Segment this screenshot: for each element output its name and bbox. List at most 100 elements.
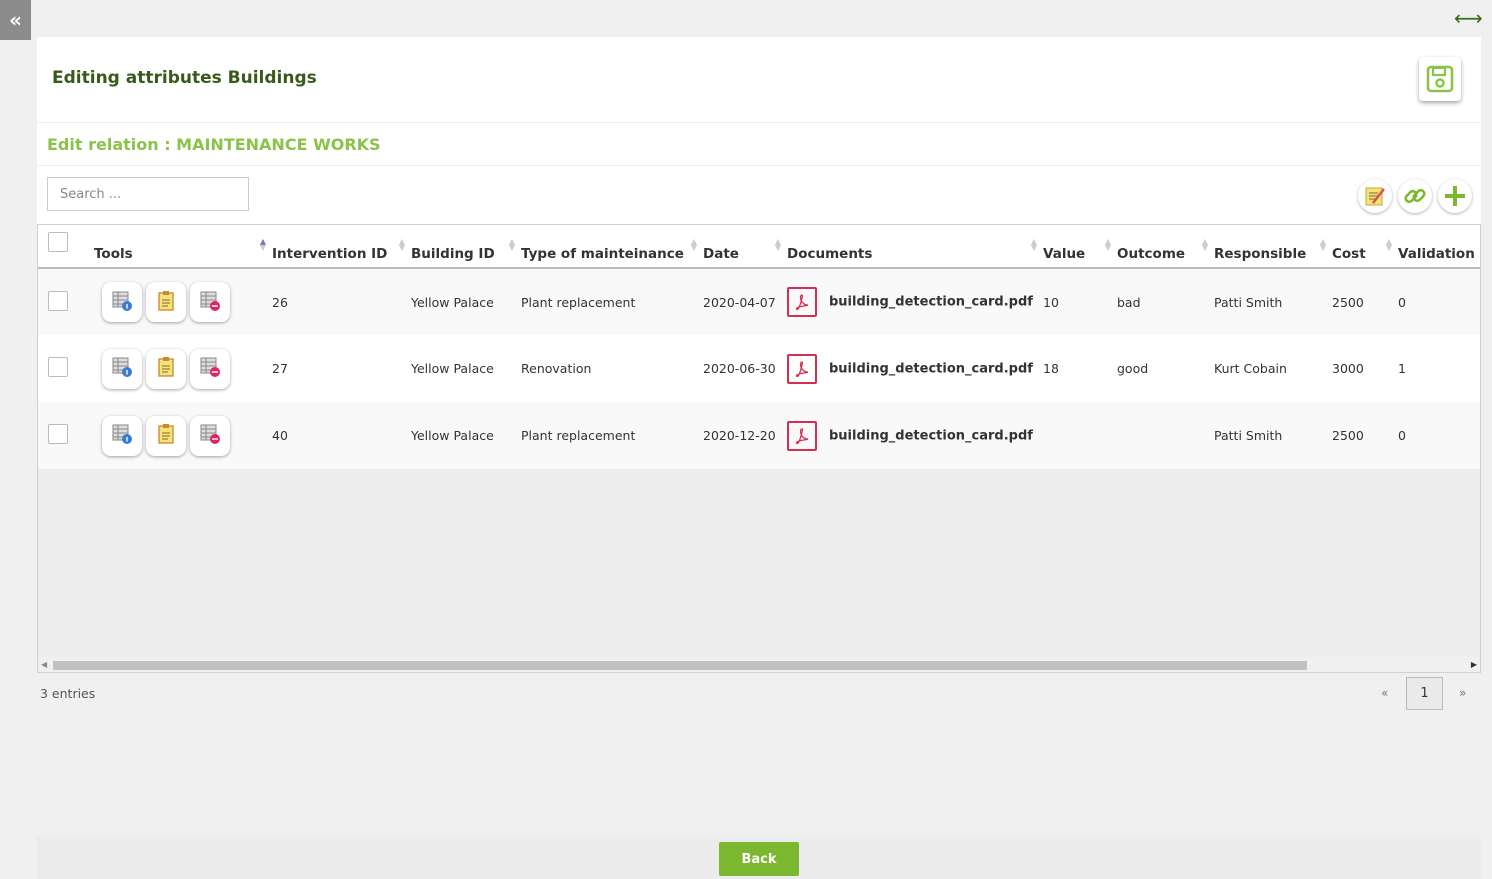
row-checkbox[interactable]	[48, 290, 68, 311]
column-header-intervention-id[interactable]: Intervention ID ▲ ▼	[272, 225, 411, 269]
sort-icon: ▲ ▼	[690, 237, 697, 252]
column-label: Cost	[1332, 246, 1366, 262]
table-info-icon	[111, 290, 133, 315]
table-delete-icon	[199, 423, 221, 448]
outcome-cell	[1117, 402, 1214, 469]
type-cell: Plant replacement	[521, 402, 703, 469]
date-cell: 2020-06-30	[703, 335, 787, 402]
select-all-checkbox[interactable]	[48, 232, 68, 252]
building-id-cell: Yellow Palace	[411, 335, 521, 402]
row-checkbox[interactable]	[48, 424, 68, 444]
column-header-documents[interactable]: Documents ▲ ▼	[787, 225, 1043, 269]
column-header-type[interactable]: Type of mainteinance ▲ ▼	[521, 225, 703, 269]
delete-button[interactable]	[190, 415, 230, 456]
pdf-icon[interactable]	[787, 353, 817, 384]
cost-cell: 2500	[1332, 268, 1398, 335]
sort-icon: ▲ ▼	[398, 237, 405, 252]
edit-notes-button[interactable]	[1358, 179, 1392, 213]
column-label: Responsible	[1214, 246, 1307, 262]
document-link[interactable]: building_detection_card.pdf	[829, 361, 1033, 376]
validation-cell: 0	[1398, 402, 1480, 469]
column-label: Tools	[94, 246, 133, 262]
row-select-cell	[38, 268, 94, 335]
row-select-cell	[38, 335, 94, 402]
validation-cell: 1	[1398, 335, 1480, 402]
delete-button[interactable]	[190, 282, 230, 322]
tools-cell	[94, 335, 272, 402]
document-link[interactable]: building_detection_card.pdf	[829, 295, 1033, 310]
column-header-responsible[interactable]: Responsible ▲ ▼	[1214, 225, 1332, 269]
sort-icon: ▲ ▼	[508, 237, 515, 252]
type-cell: Plant replacement	[521, 268, 703, 335]
pagination-page-1[interactable]: 1	[1406, 677, 1443, 710]
add-icon	[1445, 186, 1465, 206]
validation-cell: 0	[1398, 268, 1480, 335]
row-checkbox[interactable]	[48, 357, 68, 377]
column-header-value[interactable]: Value ▲ ▼	[1043, 225, 1117, 269]
edit-button[interactable]	[146, 415, 186, 456]
sort-icon: ▲ ▼	[1385, 237, 1392, 252]
cost-cell: 2500	[1332, 402, 1398, 469]
sort-icon: ▲ ▼	[1201, 237, 1208, 252]
tools-cell	[94, 268, 272, 335]
horizontal-arrows-icon[interactable]: ⟷	[1454, 8, 1483, 28]
table-row[interactable]: 40 Yellow Palace Plant replacement 2020-12-…	[38, 402, 1480, 469]
info-button[interactable]	[102, 282, 142, 322]
add-button[interactable]	[1438, 179, 1472, 213]
date-cell: 2020-12-20	[703, 402, 787, 469]
tools-cell	[94, 402, 272, 469]
horizontal-scrollbar[interactable]: ◀ ▶	[38, 657, 1480, 672]
column-label: Validation	[1398, 246, 1475, 262]
outcome-cell: good	[1117, 335, 1214, 402]
responsible-cell: Patti Smith	[1214, 268, 1332, 335]
clipboard-icon	[156, 356, 176, 381]
pdf-icon[interactable]	[787, 287, 817, 317]
edit-button[interactable]	[146, 282, 186, 322]
floppy-disk-icon	[1426, 65, 1454, 93]
scroll-right-arrow-icon[interactable]: ▶	[1471, 660, 1477, 669]
select-all-header	[38, 225, 94, 269]
column-header-tools[interactable]: Tools ▲ ▼	[94, 225, 272, 269]
edit-button[interactable]	[146, 348, 186, 389]
column-label: Documents	[787, 246, 873, 262]
sort-icon: ▲ ▼	[1104, 237, 1111, 252]
pagination-next[interactable]: »	[1459, 686, 1466, 700]
documents-cell: building_detection_card.pdf	[787, 268, 1043, 335]
panel-header: Editing attributes Buildings	[37, 37, 1481, 123]
relation-table-container: Tools ▲ ▼ Intervention ID ▲ ▼ Building ID ▲ ▼ …	[37, 224, 1481, 673]
pdf-icon[interactable]	[787, 420, 817, 451]
building-id-cell: Yellow Palace	[411, 402, 521, 469]
scroll-left-arrow-icon[interactable]: ◀	[41, 660, 47, 669]
info-button[interactable]	[102, 348, 142, 389]
documents-cell: building_detection_card.pdf	[787, 402, 1043, 469]
sidebar-collapse-button[interactable]: «	[0, 0, 31, 40]
table-row[interactable]: 26 Yellow Palace Plant replacement 2020-04-…	[38, 268, 1480, 335]
info-button[interactable]	[102, 415, 142, 456]
search-input[interactable]	[47, 177, 249, 211]
back-button[interactable]: Back	[719, 842, 799, 876]
intervention-id-cell: 27	[272, 335, 411, 402]
column-header-validation[interactable]: Validation	[1398, 225, 1480, 269]
column-label: Intervention ID	[272, 246, 388, 262]
table-header-row: Tools ▲ ▼ Intervention ID ▲ ▼ Building ID ▲ ▼ …	[38, 225, 1480, 269]
column-header-building-id[interactable]: Building ID ▲ ▼	[411, 225, 521, 269]
table-row[interactable]: 27 Yellow Palace Renovation 2020-06-30 build…	[38, 335, 1480, 402]
column-header-date[interactable]: Date ▲ ▼	[703, 225, 787, 269]
table-delete-icon	[199, 356, 221, 381]
scrollbar-thumb[interactable]	[53, 661, 1307, 670]
pagination-prev[interactable]: «	[1381, 686, 1388, 700]
row-select-cell	[38, 402, 94, 469]
column-header-cost[interactable]: Cost ▲ ▼	[1332, 225, 1398, 269]
documents-cell: building_detection_card.pdf	[787, 335, 1043, 402]
sort-icon: ▲ ▼	[259, 237, 266, 252]
document-link[interactable]: building_detection_card.pdf	[829, 428, 1033, 443]
sort-icon: ▲ ▼	[1319, 237, 1326, 252]
editing-panel: Editing attributes Buildings Edit relati…	[37, 37, 1481, 673]
responsible-cell: Patti Smith	[1214, 402, 1332, 469]
delete-button[interactable]	[190, 348, 230, 389]
value-cell	[1043, 402, 1117, 469]
link-button[interactable]	[1398, 179, 1432, 213]
save-button[interactable]	[1419, 57, 1461, 101]
column-label: Value	[1043, 246, 1086, 262]
column-header-outcome[interactable]: Outcome ▲ ▼	[1117, 225, 1214, 269]
